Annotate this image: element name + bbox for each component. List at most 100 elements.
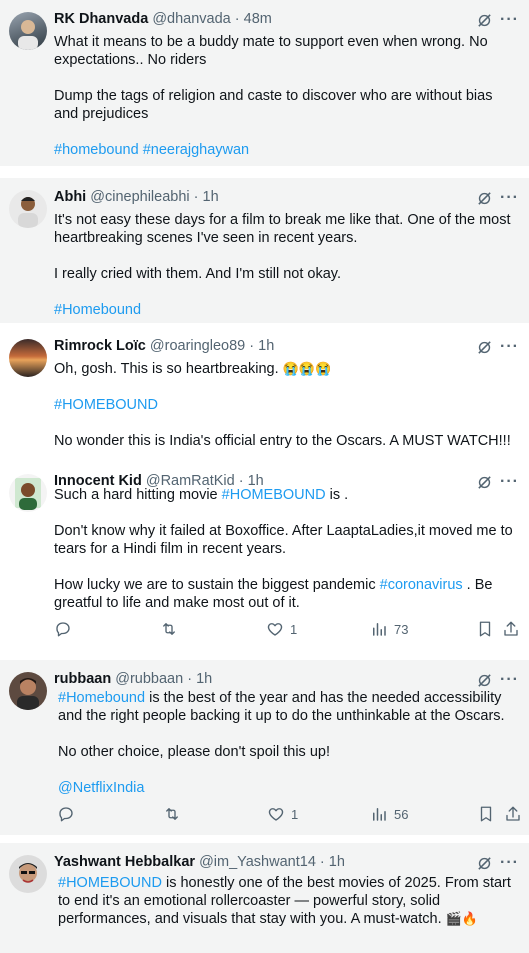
reply-icon [54,620,72,638]
clapper-fire-emoji: 🎬🔥 [445,911,479,926]
author-name[interactable]: rubbaan [54,671,111,687]
bookmark-button[interactable] [476,620,494,638]
grok-icon[interactable] [476,339,493,356]
tweet-text: #HOMEBOUND is honestly one of the best m… [58,874,515,928]
tweet-text: Oh, gosh. This is so heartbreaking. 😭😭😭 … [54,360,515,450]
tweet-rimrock-loic[interactable]: Rimrock Loïc @roaringleo89 · 1h ··· Oh, … [0,327,529,460]
author-name[interactable]: Abhi [54,189,86,205]
grok-icon[interactable] [476,190,493,207]
tweet-paragraph: No other choice, please don't spoil this… [58,744,330,760]
separator: · [187,671,193,687]
tweet-paragraph: Oh, gosh. This is so heartbreaking. [54,361,279,377]
like-count: 1 [290,621,298,637]
hashtag-link[interactable]: #Homebound [58,690,145,706]
hashtag-link[interactable]: #homebound [54,142,139,158]
author-name[interactable]: RK Dhanvada [54,11,148,27]
hashtag-link[interactable]: #neerajghaywan [143,142,249,158]
more-options-icon[interactable]: ··· [500,189,519,207]
author-handle[interactable]: @roaringleo89 [150,338,245,354]
tweet-text: #Homebound is the best of the year and h… [58,689,515,797]
tweet-paragraph: I really cried with them. And I'm still … [54,266,341,282]
separator: · [193,189,199,205]
tweet-abhi[interactable]: Abhi @cinephileabhi · 1h ··· It's not ea… [0,178,529,323]
views-icon [370,620,388,638]
tweet-header: Yashwant Hebbalkar @im_Yashwant14 · 1h [54,854,449,870]
more-options-icon[interactable]: ··· [500,338,519,356]
tweet-paragraph: What it means to be a buddy mate to supp… [54,34,488,68]
timestamp[interactable]: 1h [329,854,345,870]
mention-link[interactable]: @NetflixIndia [58,780,144,796]
hashtag-link[interactable]: #HOMEBOUND [58,875,162,891]
tweet-text: What it means to be a buddy mate to supp… [54,33,515,159]
reply-icon [57,805,75,823]
tweet-paragraph: Don't know why it failed at Boxoffice. A… [54,523,513,557]
tweet-header: RK Dhanvada @dhanvada · 48m [54,11,449,27]
heart-icon [267,805,285,823]
tweet-paragraph: It's not easy these days for a film to b… [54,212,511,246]
grok-icon[interactable] [476,672,493,689]
retweet-icon [160,620,178,638]
heart-icon [266,620,284,638]
view-count: 56 [394,806,409,822]
avatar[interactable] [9,474,47,512]
timestamp[interactable]: 1h [203,189,219,205]
hashtag-link[interactable]: #HOMEBOUND [222,487,326,503]
author-handle[interactable]: @im_Yashwant14 [199,854,316,870]
share-button[interactable] [504,805,522,823]
avatar[interactable] [9,672,47,710]
retweet-button[interactable] [163,805,181,823]
author-handle[interactable]: @dhanvada [152,11,230,27]
author-name[interactable]: Yashwant Hebbalkar [54,854,195,870]
tweet-yashwant-hebbalkar[interactable]: Yashwant Hebbalkar @im_Yashwant14 · 1h ·… [0,843,529,953]
more-options-icon[interactable]: ··· [500,671,519,689]
hashtag-link[interactable]: #coronavirus [380,577,463,593]
like-count: 1 [291,806,299,822]
more-options-icon[interactable]: ··· [500,11,519,29]
like-button[interactable]: 1 [266,620,297,638]
tweet-text: Such a hard hitting movie #HOMEBOUND is … [54,486,515,612]
author-handle[interactable]: @cinephileabhi [90,189,189,205]
tweet-text-segment: is . [325,487,349,503]
grok-icon[interactable] [476,855,493,872]
author-handle[interactable]: @rubbaan [115,671,183,687]
tweet-rk-dhanvada[interactable]: RK Dhanvada @dhanvada · 48m ··· What it … [0,0,529,166]
avatar[interactable] [9,339,47,377]
tweet-actions: 1 56 [57,805,521,827]
tweet-header: rubbaan @rubbaan · 1h [54,671,449,687]
tweet-text: It's not easy these days for a film to b… [54,211,515,319]
reply-button[interactable] [57,805,75,823]
tweet-text-segment: How lucky we are to sustain the biggest … [54,577,380,593]
bookmark-button[interactable] [477,805,495,823]
views-button[interactable]: 73 [370,620,408,638]
separator: · [319,854,325,870]
tweet-paragraph: No wonder this is India's official entry… [54,433,511,449]
tweet-header: Abhi @cinephileabhi · 1h [54,189,449,205]
timestamp[interactable]: 48m [244,11,272,27]
reply-button[interactable] [54,620,72,638]
tweet-header: Rimrock Loïc @roaringleo89 · 1h [54,338,449,354]
share-button[interactable] [502,620,520,638]
retweet-button[interactable] [160,620,178,638]
like-button[interactable]: 1 [267,805,298,823]
share-icon [504,805,522,823]
tweet-rubbaan[interactable]: rubbaan @rubbaan · 1h ··· #Homebound is … [0,660,529,835]
crying-emoji: 😭😭😭 [282,361,332,376]
more-options-icon[interactable]: ··· [500,854,519,872]
timestamp[interactable]: 1h [196,671,212,687]
grok-icon[interactable] [476,12,493,29]
retweet-icon [163,805,181,823]
avatar[interactable] [9,855,47,893]
avatar[interactable] [9,12,47,50]
avatar[interactable] [9,190,47,228]
share-icon [502,620,520,638]
views-button[interactable]: 56 [370,805,408,823]
tweet-innocent-kid[interactable]: Innocent Kid @RamRatKid · 1h ··· Such a … [0,462,529,652]
views-icon [370,805,388,823]
hashtag-link[interactable]: #Homebound [54,302,141,318]
timestamp[interactable]: 1h [258,338,274,354]
separator: · [234,11,240,27]
view-count: 73 [394,621,409,637]
author-name[interactable]: Rimrock Loïc [54,338,146,354]
tweet-actions: 1 73 [54,620,521,642]
hashtag-link[interactable]: #HOMEBOUND [54,397,158,413]
